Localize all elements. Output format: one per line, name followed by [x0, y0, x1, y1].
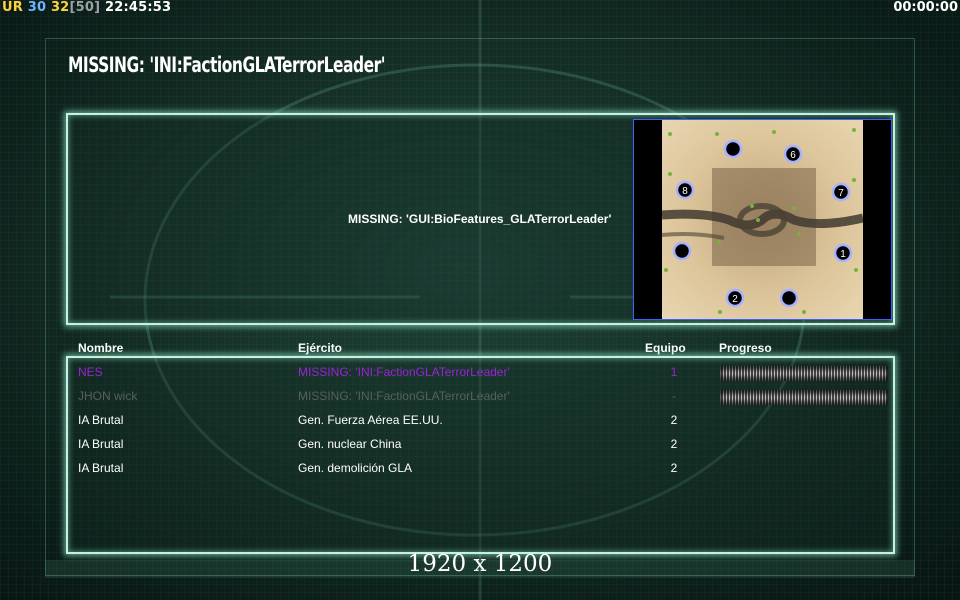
- player-name: JHON wick: [78, 389, 138, 403]
- hud-fps: 30: [27, 0, 47, 15]
- player-progress-bar: [720, 390, 888, 405]
- map-position-label: 2: [732, 294, 738, 305]
- player-name: IA Brutal: [78, 437, 124, 451]
- map-position-label: 7: [838, 188, 844, 199]
- player-row: IA Brutal Gen. Fuerza Aérea EE.UU. 2: [0, 409, 960, 433]
- player-name: IA Brutal: [78, 413, 124, 427]
- player-name: NES: [78, 365, 103, 379]
- player-row: JHON wick MISSING: 'INI:FactionGLATerror…: [0, 385, 960, 409]
- player-army: Gen. demolición GLA: [298, 461, 413, 475]
- player-army: Gen. Fuerza Aérea EE.UU.: [298, 413, 443, 427]
- resolution-label: 1920 x 1200: [407, 551, 553, 577]
- player-team: 2: [670, 437, 678, 451]
- player-army: Gen. nuclear China: [298, 437, 402, 451]
- map-position-label: 6: [790, 150, 796, 161]
- hud-timer: 00:00:00: [893, 0, 958, 15]
- column-header-team: Equipo: [645, 341, 686, 355]
- hud-fps-max: [50]: [69, 0, 101, 15]
- column-header-progress: Progreso: [719, 341, 772, 355]
- map-position-label: 1: [840, 249, 846, 260]
- column-header-name: Nombre: [78, 341, 124, 355]
- map-position-label: 8: [682, 186, 688, 197]
- player-team: 2: [670, 413, 678, 427]
- hud-fps-secondary: 32: [50, 0, 70, 15]
- hud-performance: UR 30 32[50] 22:45:53: [2, 0, 171, 16]
- hud-clock: 22:45:53: [104, 0, 172, 15]
- player-name: IA Brutal: [78, 461, 124, 475]
- player-row: IA Brutal Gen. nuclear China 2: [0, 433, 960, 457]
- player-row: NES MISSING: 'INI:FactionGLATerrorLeader…: [0, 361, 960, 385]
- page-title: MISSING: 'INI:FactionGLATerrorLeader': [68, 53, 385, 77]
- player-army: MISSING: 'INI:FactionGLATerrorLeader': [298, 365, 510, 379]
- player-team: -: [672, 389, 676, 403]
- hud-ur-label: UR: [2, 0, 23, 15]
- bio-features-text: MISSING: 'GUI:BioFeatures_GLATerrorLeade…: [348, 212, 612, 226]
- player-army: MISSING: 'INI:FactionGLATerrorLeader': [298, 389, 510, 403]
- player-team: 2: [670, 461, 678, 475]
- player-progress-bar: [720, 366, 888, 381]
- map-preview: 6 8 7 1 2: [633, 119, 892, 320]
- player-team: 1: [670, 365, 678, 379]
- column-header-army: Ejército: [298, 341, 343, 355]
- player-row: IA Brutal Gen. demolición GLA 2: [0, 457, 960, 481]
